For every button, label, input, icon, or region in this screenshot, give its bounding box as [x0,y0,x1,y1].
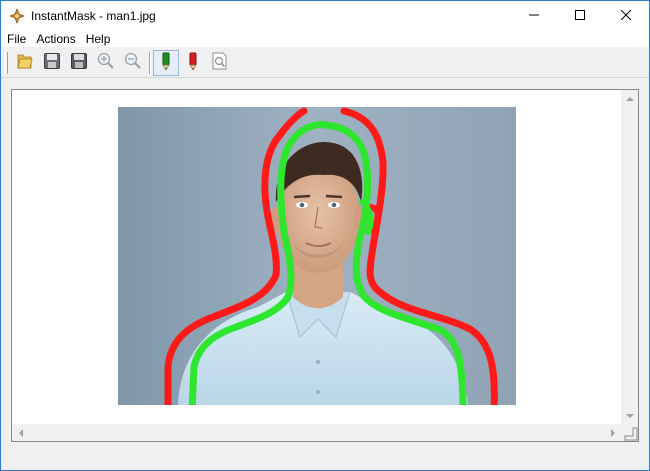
preview-button[interactable] [207,50,233,76]
arrow-left-icon [18,428,23,437]
menu-bar: File Actions Help [1,30,649,48]
open-folder-icon [15,51,35,74]
save-icon [42,51,62,74]
scroll-right-button[interactable] [604,424,621,441]
foreground-marker-button[interactable] [153,49,179,76]
arrow-right-icon [610,428,615,437]
scroll-down-button[interactable] [621,407,638,424]
toolbar [1,48,649,78]
zoom-out-icon [123,51,143,74]
zoom-out-button[interactable] [120,50,146,76]
menu-actions[interactable]: Actions [31,30,80,48]
save-as-icon [69,51,89,74]
portrait-photo[interactable] [118,107,516,405]
minimize-button[interactable] [511,1,557,30]
menu-help[interactable]: Help [81,30,116,48]
arrow-up-icon [625,96,634,101]
green-marker-icon [156,51,176,74]
close-icon [620,9,632,23]
open-button[interactable] [12,50,38,76]
arrow-down-icon [625,413,634,418]
save-button[interactable] [39,50,65,76]
toolbar-grip[interactable] [5,51,8,74]
red-marker-icon [183,51,203,74]
menu-file[interactable]: File [1,30,31,48]
size-grip[interactable] [621,424,638,441]
toolbar-separator [149,51,151,74]
horizontal-scrollbar[interactable] [12,424,621,441]
image-viewport [11,89,639,442]
minimize-icon [529,9,539,23]
instantmask-app-icon [9,7,25,24]
background-marker-button[interactable] [180,50,206,76]
maximize-icon [575,9,585,23]
title-bar[interactable]: InstantMask - man1.jpg [1,1,649,30]
scroll-left-button[interactable] [12,424,29,441]
app-window: InstantMask - man1.jpg File Actions Help [0,0,650,471]
maximize-button[interactable] [557,1,603,30]
close-button[interactable] [603,1,649,30]
mask-canvas[interactable] [12,90,621,424]
preview-icon [210,51,230,74]
zoom-in-icon [96,51,116,74]
scroll-up-button[interactable] [621,90,638,107]
window-title: InstantMask - man1.jpg [31,8,156,23]
vertical-scrollbar[interactable] [621,90,638,424]
zoom-in-button[interactable] [93,50,119,76]
resize-grip-icon [624,427,638,441]
save-as-button[interactable] [66,50,92,76]
